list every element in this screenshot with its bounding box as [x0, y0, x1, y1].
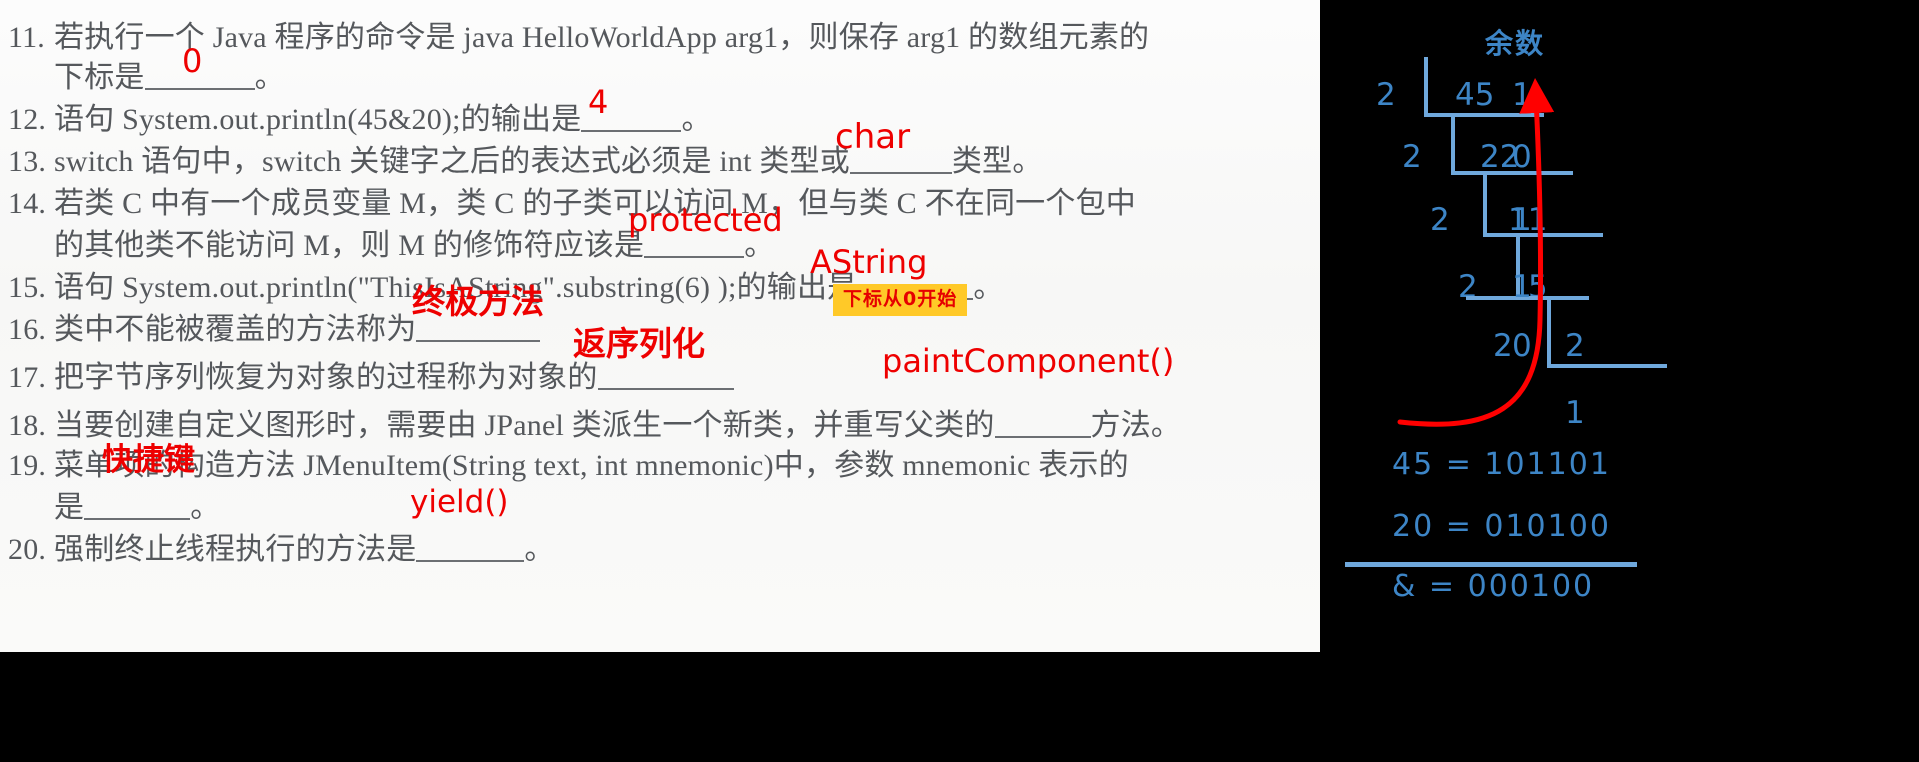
question-13-prefix: switch 语句中，switch 关键字之后的表达式必须是 int 类型或	[54, 145, 850, 178]
question-19-blank	[84, 518, 191, 520]
and-operation-rule	[1345, 562, 1637, 567]
question-16-prefix: 类中不能被覆盖的方法称为	[54, 313, 417, 346]
remainder-column-title: 余数	[1485, 27, 1546, 60]
question-12-number: 12.	[8, 103, 47, 136]
work-panel: 余数 2 45 1 2 22 0 2 11 1 2 5 1 2 2 0 1 45…	[1320, 0, 1919, 762]
division-row-5-horizontal-rule	[1547, 364, 1667, 368]
question-19-text: 菜单项的构造方法 JMenuItem(String text, int mnem…	[54, 449, 1129, 482]
division-row-2-remainder: 0	[1512, 139, 1532, 175]
division-row-2-divisor: 2	[1402, 139, 1422, 175]
division-row-5-vertical-rule	[1547, 296, 1551, 368]
question-13-blank	[849, 172, 952, 174]
division-row-5-remainder: 0	[1512, 328, 1532, 364]
annotation-q11-answer: 0	[182, 42, 203, 80]
division-row-3-horizontal-rule	[1483, 233, 1603, 237]
question-20-blank	[416, 560, 525, 562]
division-row-1-vertical-rule	[1424, 57, 1428, 117]
question-15-suffix: 。	[973, 271, 1004, 304]
division-row-5-dividend: 2	[1565, 328, 1585, 364]
question-20-prefix: 强制终止线程执行的方法是	[54, 533, 417, 566]
question-18-suffix: 方法。	[1090, 409, 1182, 442]
division-row-5-divisor: 2	[1493, 328, 1513, 364]
division-row-1-dividend: 45	[1455, 77, 1495, 113]
question-17-number: 17.	[8, 361, 47, 394]
annotation-q15-answer: AString	[810, 243, 928, 281]
division-row-2-vertical-rule	[1451, 113, 1455, 175]
question-17-blank	[597, 388, 734, 390]
annotation-q12-answer: 4	[588, 83, 609, 121]
question-14-prefix: 的其他类不能访问 M，则 M 的修饰符应该是	[54, 229, 645, 262]
question-19-suffix: 。	[190, 491, 221, 524]
question-15-number: 15.	[8, 271, 47, 304]
question-16-number: 16.	[8, 313, 47, 346]
question-13-suffix: 类型。	[951, 145, 1043, 178]
question-11-text: 若执行一个 Java 程序的命令是 java HelloWorldApp arg…	[54, 21, 1150, 54]
question-18-blank	[994, 436, 1091, 438]
division-row-3-divisor: 2	[1430, 202, 1450, 238]
scanned-document-panel: 11. 若执行一个 Java 程序的命令是 java HelloWorldApp …	[0, 0, 1320, 652]
question-14-text: 若类 C 中有一个成员变量 M，类 C 的子类可以访问 M，但与类 C 不在同一…	[54, 187, 1136, 220]
question-12-suffix: 。	[681, 103, 712, 136]
question-11-prefix: 下标是	[54, 61, 145, 94]
final-quotient: 1	[1565, 395, 1585, 431]
question-16-blank	[416, 340, 541, 342]
annotation-q13-answer: char	[835, 117, 911, 157]
question-18-prefix: 当要创建自定义图形时，需要由 JPanel 类派生一个新类，并重写父类的	[54, 409, 995, 442]
annotation-q17-answer: 返序列化	[573, 324, 705, 363]
question-14-line-1: 14. 若类 C 中有一个成员变量 M，类 C 的子类可以访问 M，但与类 C 不…	[8, 178, 1136, 222]
annotation-q16-answer: 终极方法	[412, 282, 544, 321]
division-row-1-remainder: 1	[1512, 77, 1532, 113]
equation-45-binary: 45 = 101101	[1392, 447, 1611, 482]
annotation-q19-answer: 快捷键	[102, 442, 195, 478]
annotation-q20-answer: yield()	[410, 484, 509, 520]
question-11-line-2: 下标是 。	[8, 52, 285, 96]
question-18-line-1: 18. 当要创建自定义图形时，需要由 JPanel 类派生一个新类，并重写父类的 方…	[8, 400, 1181, 444]
question-19-line-2: 是。	[8, 482, 220, 526]
question-20-number: 20.	[8, 533, 47, 566]
question-11-suffix: 。	[254, 61, 285, 94]
question-19-prefix: 是	[54, 491, 85, 524]
annotation-q14-answer: protected	[628, 201, 783, 239]
question-20-suffix: 。	[524, 533, 555, 566]
question-17-prefix: 把字节序列恢复为对象的过程称为对象的	[54, 361, 598, 394]
highlight-note: 下标从0开始	[833, 284, 968, 316]
question-12-prefix: 语句 System.out.println(45&20);的输出是	[54, 103, 582, 136]
division-row-3-remainder: 1	[1512, 202, 1532, 238]
equation-20-binary: 20 = 010100	[1392, 509, 1611, 544]
question-11-number: 11.	[8, 21, 45, 54]
question-19-number: 19.	[8, 449, 47, 482]
question-11-line-1: 11. 若执行一个 Java 程序的命令是 java HelloWorldApp …	[8, 12, 1149, 56]
question-14-blank	[644, 256, 745, 258]
question-12-blank	[581, 130, 682, 132]
question-11-blank	[144, 88, 255, 90]
question-18-number: 18.	[8, 409, 47, 442]
question-14-number: 14.	[8, 187, 47, 220]
division-row-4-remainder: 1	[1512, 269, 1532, 305]
black-filler-bottom	[0, 652, 1320, 762]
equation-and-result: & = 000100	[1392, 569, 1595, 604]
question-13-number: 13.	[8, 145, 47, 178]
question-20-line-1: 20. 强制终止线程执行的方法是 。	[8, 524, 555, 568]
division-row-1-divisor: 2	[1376, 77, 1396, 113]
division-row-3-vertical-rule	[1483, 171, 1487, 237]
division-row-1-horizontal-rule	[1424, 113, 1544, 117]
annotation-q18-answer: paintComponent()	[882, 342, 1175, 380]
